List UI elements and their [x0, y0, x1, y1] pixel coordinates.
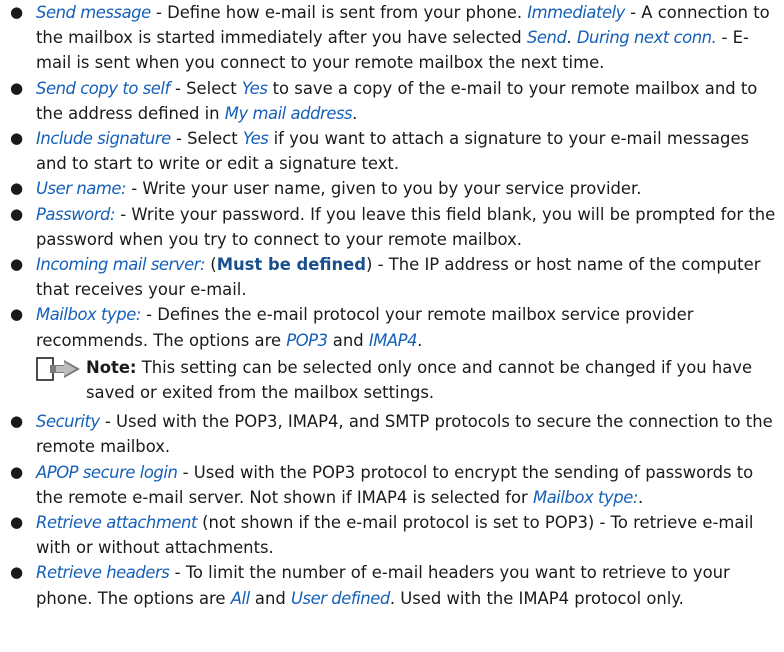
bullet-icon: ● — [10, 129, 24, 148]
bullet-icon: ● — [10, 462, 24, 481]
term-yes: Yes — [241, 78, 268, 98]
manual-page: ● Send message - Define how e-mail is sen… — [0, 0, 784, 611]
term-all: All — [230, 588, 250, 608]
list-item-incoming-mail-server: ● Incoming mail server: (Must be defined)… — [0, 252, 784, 302]
term-send: Send — [526, 28, 567, 48]
bullet-icon: ● — [10, 255, 24, 274]
item-text: - Used with the POP3, IMAP4, and SMTP pr… — [36, 412, 773, 457]
term-immediately: Immediately — [527, 3, 625, 22]
bullet-icon: ● — [10, 78, 24, 97]
note-icon — [36, 357, 80, 381]
item-text: ( — [205, 255, 217, 275]
list-item-send-copy-to-self: ● Send copy to self - Select Yes to save … — [0, 76, 784, 126]
term-apop-secure-login: APOP secure login — [36, 462, 178, 482]
item-text: - Select — [170, 129, 243, 149]
term-retrieve-attachment: Retrieve attachment — [36, 513, 197, 533]
list-item-security: ● Security - Used with the POP3, IMAP4, a… — [0, 409, 784, 459]
term-imap4: IMAP4 — [368, 330, 418, 350]
must-be-defined-label: Must be defined — [216, 255, 367, 275]
item-text: - Define how e-mail is sent from your ph… — [150, 3, 528, 22]
bullet-icon: ● — [10, 3, 24, 21]
list-item-mailbox-type: ● Mailbox type: - Defines the e-mail prot… — [0, 302, 784, 405]
note-label: Note: — [86, 357, 137, 377]
note-box: Note: This setting can be selected only … — [36, 355, 778, 405]
term-send-message: Send message — [36, 3, 151, 22]
item-text: - Write your user name, given to you by … — [126, 179, 642, 199]
list-item-retrieve-headers: ● Retrieve headers - To limit the number … — [0, 560, 784, 610]
item-text: . — [417, 330, 423, 350]
bullet-icon: ● — [10, 179, 24, 198]
item-text: . — [637, 487, 644, 507]
term-password: Password: — [36, 204, 116, 224]
list-item-user-name: ● User name: - Write your user name, give… — [0, 176, 784, 201]
bullet-icon: ● — [10, 305, 24, 324]
term-pop3: POP3 — [286, 330, 328, 350]
list-item-send-message: ● Send message - Define how e-mail is sen… — [0, 0, 784, 76]
term-my-mail-address: My mail address — [224, 103, 353, 123]
list-item-retrieve-attachment: ● Retrieve attachment (not shown if the e… — [0, 510, 784, 560]
note-text: This setting can be selected only once a… — [86, 357, 753, 403]
term-user-name: User name: — [36, 179, 127, 199]
term-send-copy-to-self: Send copy to self — [36, 78, 170, 98]
list-item-apop-secure-login: ● APOP secure login - Used with the POP3 … — [0, 460, 784, 510]
term-include-signature: Include signature — [36, 129, 171, 149]
item-text: . — [352, 103, 358, 123]
bullet-icon: ● — [10, 563, 24, 582]
term-mailbox-type-ref: Mailbox type: — [533, 487, 638, 507]
item-text: - Select — [169, 78, 242, 98]
settings-list: ● Send message - Define how e-mail is sen… — [0, 0, 784, 611]
term-mailbox-type: Mailbox type: — [36, 305, 141, 325]
list-item-include-signature: ● Include signature - Select Yes if you w… — [0, 126, 784, 176]
term-yes: Yes — [242, 129, 269, 149]
term-during-next-conn: During next conn. — [576, 28, 717, 48]
list-item-password: ● Password: - Write your password. If you… — [0, 202, 784, 252]
item-text: . Used with the IMAP4 protocol only. — [389, 588, 684, 608]
bullet-icon: ● — [10, 204, 24, 223]
item-text: and — [327, 330, 369, 350]
term-incoming-mail-server: Incoming mail server: — [36, 255, 206, 275]
bullet-icon: ● — [10, 513, 24, 532]
item-text: . — [566, 28, 577, 48]
term-retrieve-headers: Retrieve headers — [36, 563, 170, 583]
term-user-defined: User defined — [290, 588, 390, 608]
item-text: - Write your password. If you leave this… — [36, 204, 776, 249]
item-text: and — [249, 588, 291, 608]
bullet-icon: ● — [10, 412, 24, 431]
term-security: Security — [36, 412, 100, 432]
